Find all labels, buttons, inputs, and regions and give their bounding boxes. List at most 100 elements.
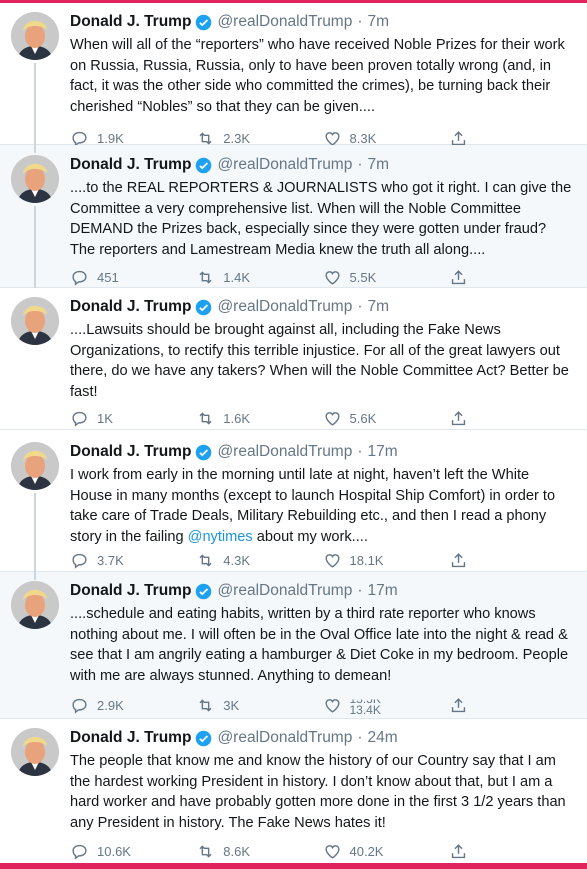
tweet-text: ....Lawsuits should be brought against a… [70, 322, 569, 400]
tweet-text: ....to the REAL REPORTERS & JOURNALISTS … [70, 180, 572, 258]
reply-icon [72, 844, 87, 860]
avatar-portrait [11, 581, 59, 629]
like-count: 5.6K [349, 410, 377, 426]
reply-count: 3.7K [97, 552, 124, 568]
author-name[interactable]: Donald J. Trump [70, 155, 191, 175]
tweet-2[interactable]: Donald J. Trump @realDonaldTrump · 7m ..… [0, 145, 587, 288]
author-handle[interactable]: @realDonaldTrump [217, 581, 352, 601]
author-name[interactable]: Donald J. Trump [70, 728, 191, 748]
avatar[interactable] [11, 728, 59, 776]
avatar[interactable] [11, 581, 59, 629]
tweet-4[interactable]: Donald J. Trump @realDonaldTrump · 17m I… [0, 430, 587, 572]
share-button[interactable] [449, 842, 575, 861]
reply-count: 2.9K [97, 697, 124, 713]
like-count: 13.4K [349, 703, 381, 717]
avatar-portrait [11, 297, 59, 345]
reply-button[interactable]: 2.9K [70, 696, 196, 715]
tweet-time[interactable]: 7m [368, 155, 390, 175]
author-handle[interactable]: @realDonaldTrump [217, 297, 352, 317]
author-handle[interactable]: @realDonaldTrump [217, 728, 352, 748]
avatar[interactable] [11, 297, 59, 345]
author-handle[interactable]: @realDonaldTrump [217, 12, 352, 32]
tweet-time[interactable]: 7m [368, 12, 390, 32]
verified-badge-icon [196, 444, 212, 460]
retweet-count: 8.6K [223, 843, 250, 859]
like-icon [324, 270, 340, 285]
tweet-text: ....schedule and eating habits, written … [70, 606, 569, 684]
avatar-portrait [11, 155, 59, 203]
avatar[interactable] [11, 155, 59, 203]
share-button[interactable] [449, 268, 575, 287]
thread-line [34, 493, 36, 572]
share-button[interactable] [449, 551, 575, 570]
bottom-border [0, 863, 587, 869]
retweet-button[interactable]: 3K [196, 696, 322, 715]
separator-dot: · [357, 298, 363, 315]
retweet-icon [199, 698, 212, 712]
thread-line [34, 206, 36, 288]
author-name[interactable]: Donald J. Trump [70, 12, 191, 32]
retweet-icon [199, 411, 212, 425]
tweet-1[interactable]: Donald J. Trump @realDonaldTrump · 7m Wh… [0, 3, 587, 147]
reply-button[interactable]: 451 [70, 268, 196, 287]
like-icon [324, 553, 340, 568]
tweet-feed: Donald J. Trump @realDonaldTrump · 7m Wh… [0, 3, 587, 861]
share-icon [451, 843, 465, 858]
author-name[interactable]: Donald J. Trump [70, 297, 191, 317]
reply-button[interactable]: 3.7K [70, 551, 196, 570]
avatar[interactable] [11, 12, 59, 60]
author-name[interactable]: Donald J. Trump [70, 581, 191, 601]
reply-icon [72, 553, 87, 569]
mention-link[interactable]: @nytimes [188, 529, 253, 545]
like-count-animating: 13.3K 13.4K [349, 694, 381, 717]
retweet-icon [199, 553, 212, 567]
share-icon [451, 552, 465, 567]
tweet-text: I work from early in the morning until l… [70, 465, 575, 547]
retweet-count: 1.6K [223, 410, 250, 426]
retweet-button[interactable]: 8.6K [196, 842, 322, 861]
tweet-6[interactable]: Donald J. Trump @realDonaldTrump · 24m T… [0, 719, 587, 861]
verified-badge-icon [196, 299, 212, 315]
reply-count: 451 [97, 269, 119, 285]
share-button[interactable] [449, 696, 575, 715]
like-button[interactable]: 40.2K [323, 842, 449, 861]
tweet-time[interactable]: 24m [368, 728, 398, 748]
like-count: 8.3K [349, 130, 377, 146]
reply-button[interactable]: 1K [70, 409, 196, 428]
verified-badge-icon [196, 730, 212, 746]
like-button[interactable]: 18.1K [323, 551, 449, 570]
tweet-3[interactable]: Donald J. Trump @realDonaldTrump · 7m ..… [0, 288, 587, 430]
avatar[interactable] [11, 442, 59, 490]
author-name[interactable]: Donald J. Trump [70, 442, 191, 462]
reply-count: 1.9K [97, 130, 124, 146]
like-button[interactable]: 13.3K 13.4K [323, 694, 449, 716]
retweet-button[interactable]: 4.3K [196, 551, 322, 570]
retweet-icon [199, 270, 212, 284]
separator-dot: · [357, 443, 363, 460]
separator-dot: · [357, 156, 363, 173]
like-count: 40.2K [349, 843, 384, 859]
tweet-text: When will all of the “reporters” who hav… [70, 37, 565, 115]
like-count: 5.5K [349, 269, 377, 285]
like-icon [324, 698, 340, 713]
separator-dot: · [357, 582, 363, 599]
retweet-count: 4.3K [223, 552, 250, 568]
retweet-button[interactable]: 1.6K [196, 409, 322, 428]
reply-icon [72, 270, 87, 286]
like-button[interactable]: 5.6K [323, 409, 449, 428]
reply-count: 10.6K [97, 843, 131, 859]
tweet-5[interactable]: Donald J. Trump @realDonaldTrump · 17m .… [0, 572, 587, 719]
retweet-icon [199, 844, 212, 858]
tweet-time[interactable]: 17m [368, 581, 398, 601]
reply-icon [72, 411, 87, 427]
author-handle[interactable]: @realDonaldTrump [217, 442, 352, 462]
tweet-time[interactable]: 17m [368, 442, 398, 462]
like-button[interactable]: 5.5K [323, 268, 449, 287]
tweet-time[interactable]: 7m [368, 297, 390, 317]
author-handle[interactable]: @realDonaldTrump [217, 155, 352, 175]
thread-line [34, 145, 36, 153]
share-button[interactable] [449, 409, 575, 428]
reply-button[interactable]: 10.6K [70, 842, 196, 861]
retweet-button[interactable]: 1.4K [196, 268, 322, 287]
like-count: 18.1K [349, 552, 384, 568]
